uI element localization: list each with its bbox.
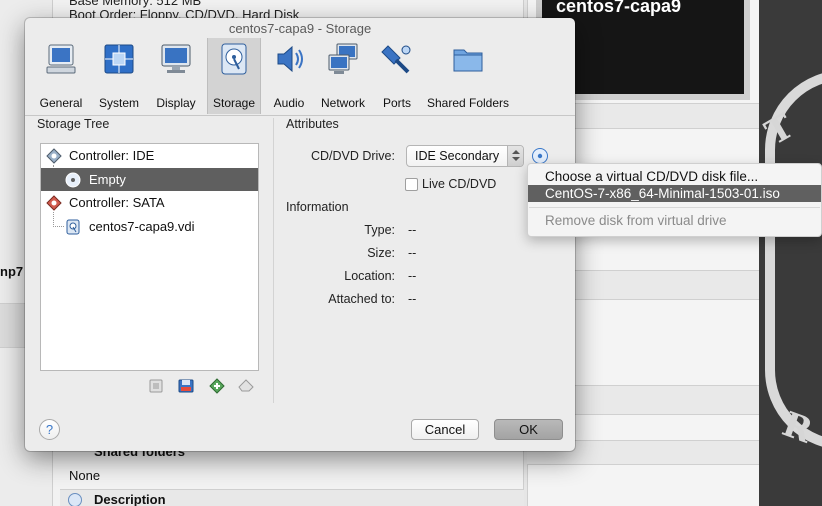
tree-item-label: Controller: IDE: [69, 148, 155, 163]
tab-network-label: Network: [320, 96, 365, 110]
ok-button[interactable]: OK: [494, 419, 563, 440]
add-attachment-icon[interactable]: [177, 377, 195, 395]
storage-settings-dialog: centos7-capa9 - Storage General System D…: [25, 18, 575, 451]
tab-general-label: General: [39, 96, 83, 110]
tab-display[interactable]: Display: [151, 38, 201, 114]
tab-ports[interactable]: Ports: [376, 38, 418, 114]
cd-dvd-drive-select[interactable]: IDE Secondary: [406, 145, 524, 167]
network-icon: [328, 43, 358, 74]
tree-item-controller-sata[interactable]: Controller: SATA: [41, 191, 258, 214]
chevron-updown-icon: [507, 146, 523, 166]
storage-tree-title: Storage Tree: [37, 117, 110, 131]
attributes-title: Attributes: [286, 117, 339, 131]
panel-divider: [273, 118, 274, 403]
live-cd-label: Live CD/DVD: [422, 177, 497, 191]
add-optical-drive-icon[interactable]: [208, 377, 226, 395]
sata-controller-icon: [46, 195, 62, 211]
settings-toolbar: General System Display Storage Audio Net…: [25, 36, 575, 116]
ports-icon: [381, 45, 411, 74]
general-icon: [46, 44, 76, 74]
info-location-label: Location:: [344, 269, 395, 283]
tab-network[interactable]: Network: [317, 38, 369, 114]
tab-general[interactable]: General: [36, 38, 86, 114]
tab-storage-label: Storage: [212, 96, 256, 110]
remove-attachment-icon[interactable]: [237, 377, 255, 395]
tab-shared-folders[interactable]: Shared Folders: [425, 38, 511, 114]
live-cd-checkbox[interactable]: [405, 178, 418, 191]
background-shared-folders-value: None: [69, 468, 101, 483]
tree-item-label: Empty: [89, 172, 126, 187]
tree-item-empty-cd[interactable]: Empty: [41, 168, 258, 191]
tab-audio[interactable]: Audio: [268, 38, 310, 114]
hard-disk-icon: [66, 219, 80, 235]
info-size-value: --: [408, 246, 417, 260]
info-size-label: Size:: [367, 246, 395, 260]
background-preview-title: centos7-capa9: [556, 0, 682, 16]
description-icon: [68, 493, 82, 506]
storage-icon: [221, 43, 247, 75]
tab-system-label: System: [98, 96, 139, 110]
tab-shared-folders-label: Shared Folders: [426, 96, 510, 110]
tab-audio-label: Audio: [273, 96, 305, 110]
tab-display-label: Display: [156, 96, 196, 110]
menu-item-choose-disk-file[interactable]: Choose a virtual CD/DVD disk file...: [528, 168, 821, 185]
menu-separator: [529, 207, 820, 208]
info-type-label: Type:: [364, 223, 395, 237]
menu-item-remove-disk: Remove disk from virtual drive: [545, 213, 727, 228]
add-controller-icon[interactable]: [148, 377, 166, 395]
tree-item-disk-vdi[interactable]: centos7-capa9.vdi: [41, 215, 258, 238]
audio-icon: [277, 45, 303, 73]
help-button[interactable]: ?: [39, 419, 60, 440]
info-attached-to-value: --: [408, 292, 417, 306]
cancel-button[interactable]: Cancel: [411, 419, 479, 440]
info-type-value: --: [408, 223, 417, 237]
desktop-wallpaper: T R: [759, 0, 822, 506]
cd-icon: [65, 172, 81, 188]
storage-tree[interactable]: Controller: IDE Empty Controller: SATA c…: [40, 143, 259, 371]
tree-item-label: centos7-capa9.vdi: [89, 219, 195, 234]
tab-system[interactable]: System: [93, 38, 145, 114]
menu-item-centos-iso[interactable]: CentOS-7-x86_64-Minimal-1503-01.iso: [528, 185, 821, 202]
info-location-value: --: [408, 269, 417, 283]
info-attached-to-label: Attached to:: [328, 292, 395, 306]
tab-ports-label: Ports: [382, 96, 411, 110]
cd-dvd-popup-menu: Choose a virtual CD/DVD disk file... Cen…: [527, 163, 822, 237]
ide-controller-icon: [46, 148, 62, 164]
tree-item-label: Controller: SATA: [69, 195, 165, 210]
system-icon: [104, 44, 134, 74]
cd-dvd-drive-label: CD/DVD Drive:: [310, 149, 395, 163]
tab-storage[interactable]: Storage: [207, 38, 261, 114]
cd-dvd-drive-value: IDE Secondary: [415, 149, 500, 163]
background-vm-name-fragment: np7: [0, 264, 24, 279]
information-title: Information: [286, 200, 349, 214]
shared-folders-icon: [453, 49, 483, 72]
tree-item-controller-ide[interactable]: Controller: IDE: [41, 144, 258, 167]
background-description-header: Description: [94, 492, 166, 506]
background-description-row: Description: [60, 489, 524, 506]
display-icon: [161, 44, 191, 73]
